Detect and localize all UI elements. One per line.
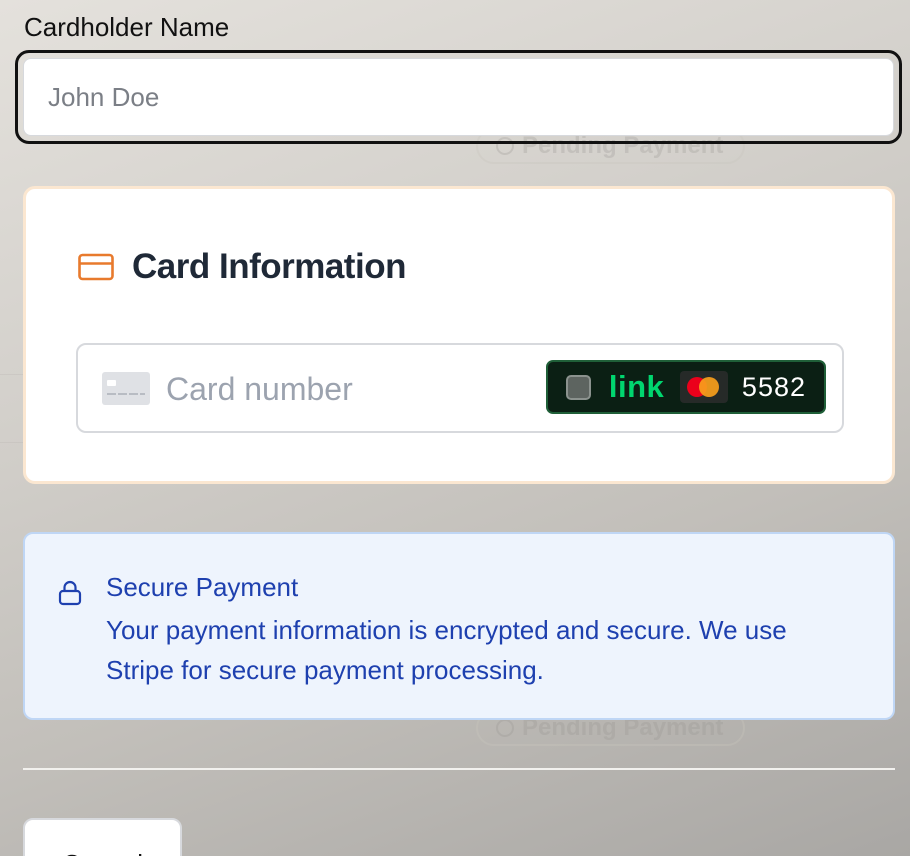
card-information-title: Card Information (132, 247, 406, 286)
secure-payment-description: Your payment information is encrypted an… (106, 615, 787, 685)
cardholder-name-focus-ring (15, 50, 902, 144)
card-information-heading: Card Information (78, 247, 406, 287)
link-logo: link (608, 369, 665, 404)
link-checkbox[interactable] (566, 374, 591, 400)
cardholder-name-label: Cardholder Name (24, 12, 230, 42)
generic-card-icon (102, 372, 150, 405)
card-information-panel: Card Information Card number link 5582 (23, 186, 895, 484)
secure-payment-title: Secure Payment (106, 572, 299, 602)
secure-payment-notice: Secure Payment Your payment information … (23, 532, 895, 720)
footer-divider (23, 768, 895, 770)
credit-card-icon (78, 253, 114, 281)
link-saved-card-button[interactable]: link 5582 (546, 360, 826, 414)
cardholder-name-input[interactable] (23, 58, 894, 136)
clock-icon (496, 719, 514, 737)
card-number-placeholder: Card number (166, 371, 353, 407)
saved-card-last4: 5582 (741, 371, 806, 402)
card-number-input[interactable]: Card number link 5582 (76, 343, 844, 433)
cancel-button[interactable]: Cancel (23, 818, 182, 856)
lock-icon (58, 580, 82, 606)
mastercard-icon (680, 371, 728, 403)
